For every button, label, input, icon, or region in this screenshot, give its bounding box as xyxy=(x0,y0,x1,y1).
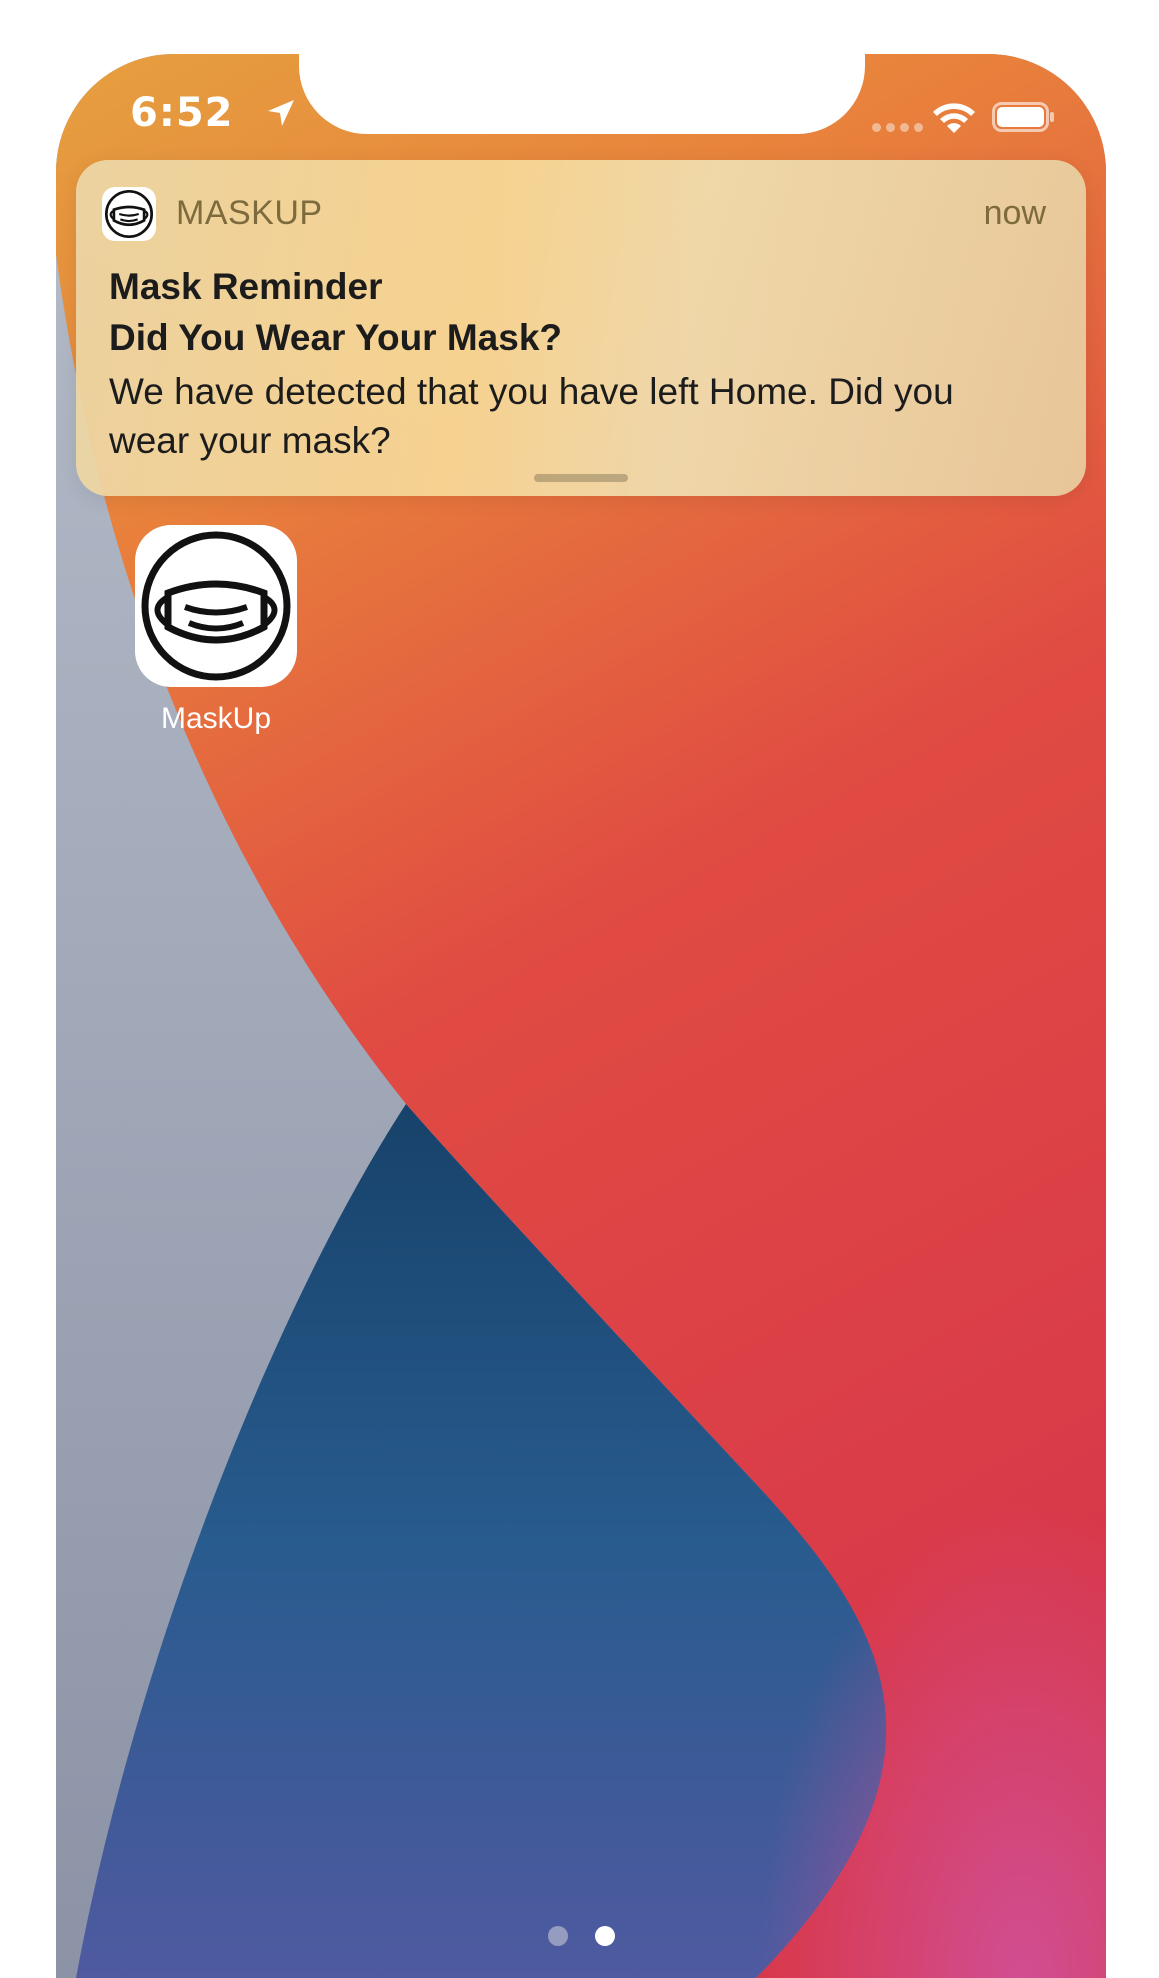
notification-grabber[interactable] xyxy=(534,474,628,482)
app-label-maskup: MaskUp xyxy=(160,702,272,735)
phone-screen: 6:52 MASKUP now Mask Reminder Did You We… xyxy=(56,54,1106,1978)
page-dot-1[interactable] xyxy=(548,1926,568,1946)
mask-face-icon xyxy=(141,531,291,681)
status-time: 6:52 xyxy=(130,90,234,136)
notification-body: We have detected that you have left Home… xyxy=(109,371,954,461)
battery-icon xyxy=(992,102,1054,132)
notification-title: Mask Reminder xyxy=(109,266,383,307)
location-arrow-icon xyxy=(268,100,294,126)
notification-banner[interactable]: MASKUP now Mask Reminder Did You Wear Yo… xyxy=(76,160,1086,496)
notification-app-name: MASKUP xyxy=(176,194,323,232)
maskup-app-icon[interactable] xyxy=(135,525,297,687)
page-indicator[interactable] xyxy=(548,1926,615,1946)
notification-subtitle: Did You Wear Your Mask? xyxy=(109,317,563,358)
notification-time: now xyxy=(983,194,1046,232)
wifi-icon xyxy=(933,103,975,133)
notch xyxy=(299,54,865,134)
mask-face-icon xyxy=(102,187,156,241)
cellular-signal-icon xyxy=(872,123,923,132)
page-dot-2[interactable] xyxy=(595,1926,615,1946)
